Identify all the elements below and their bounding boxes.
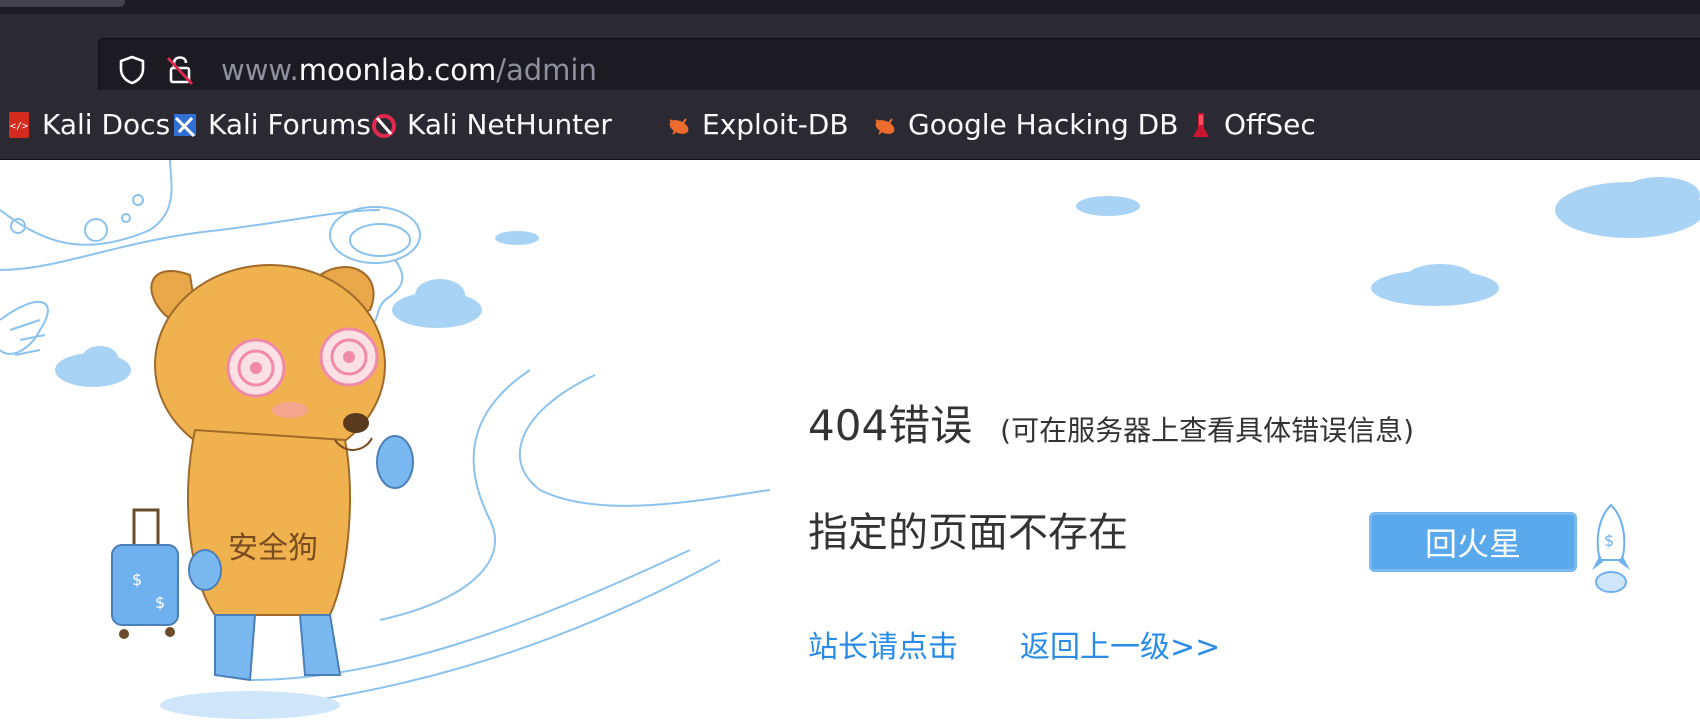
exploit-db-icon (669, 117, 689, 135)
svg-text:$: $ (1604, 531, 1614, 550)
bookmark-kali-forums[interactable]: Kali Forums (172, 90, 371, 159)
bookmark-label: Kali NetHunter (407, 108, 612, 141)
kali-forums-icon (174, 113, 196, 137)
error-code: 404错误 (808, 401, 973, 450)
url-text[interactable]: www.moonlab.com/admin (221, 53, 597, 87)
offsec-icon (1193, 112, 1209, 137)
admin-link[interactable]: 站长请点击 (808, 622, 958, 666)
shield-icon[interactable] (115, 53, 149, 87)
bookmark-label: OffSec (1224, 108, 1316, 141)
url-prefix: www. (221, 53, 299, 87)
svg-text:</>: </> (10, 121, 28, 132)
url-host: moonlab.com (298, 53, 497, 87)
svg-text:$: $ (155, 593, 165, 612)
bookmark-exploit-db[interactable]: Exploit-DB (666, 90, 849, 159)
bookmark-label: Google Hacking DB (908, 108, 1179, 141)
error-hint: (可在服务器上查看具体错误信息) (1000, 414, 1415, 447)
error-message: 指定的页面不存在 (808, 510, 1128, 556)
suitcase: $ $ (111, 508, 179, 639)
dog-label: 安全狗 (228, 531, 318, 566)
rocket-icon: $ (1592, 503, 1630, 593)
security-dog: 安全狗 (150, 264, 414, 719)
error-page: $ $ 安全狗 $ 404错误 (可在服务器上查看具体错误信息) 指定的页面不存… (0, 160, 1700, 722)
bookmark-offsec[interactable]: OffSec (1188, 90, 1316, 159)
url-path: /admin (496, 53, 597, 87)
navigation-toolbar: www.moonlab.com/admin (0, 14, 1700, 102)
google-hacking-db-icon (875, 117, 895, 135)
bookmark-google-hacking-db[interactable]: Google Hacking DB (872, 90, 1178, 159)
tab-strip (0, 0, 1700, 14)
bookmark-kali-nethunter[interactable]: Kali NetHunter (371, 90, 612, 159)
error-heading: 404错误 (可在服务器上查看具体错误信息) (808, 392, 1414, 453)
bookmark-label: Exploit-DB (702, 108, 849, 141)
bookmark-label: Kali Docs (42, 108, 171, 141)
kali-nethunter-icon (372, 113, 396, 138)
bookmark-kali-docs[interactable]: </> Kali Docs (6, 90, 170, 159)
browser-tab[interactable] (0, 0, 125, 7)
kali-docs-icon: </> (9, 111, 29, 138)
bookmarks-toolbar: </> Kali Docs Kali Forums Kali NetHunter… (0, 90, 1700, 160)
insecure-lock-icon[interactable] (163, 53, 197, 87)
svg-text:$: $ (132, 570, 142, 589)
go-back-link[interactable]: 返回上一级>> (1020, 622, 1220, 666)
back-to-mars-button[interactable]: 回火星 (1369, 512, 1577, 572)
bookmark-label: Kali Forums (208, 108, 371, 141)
